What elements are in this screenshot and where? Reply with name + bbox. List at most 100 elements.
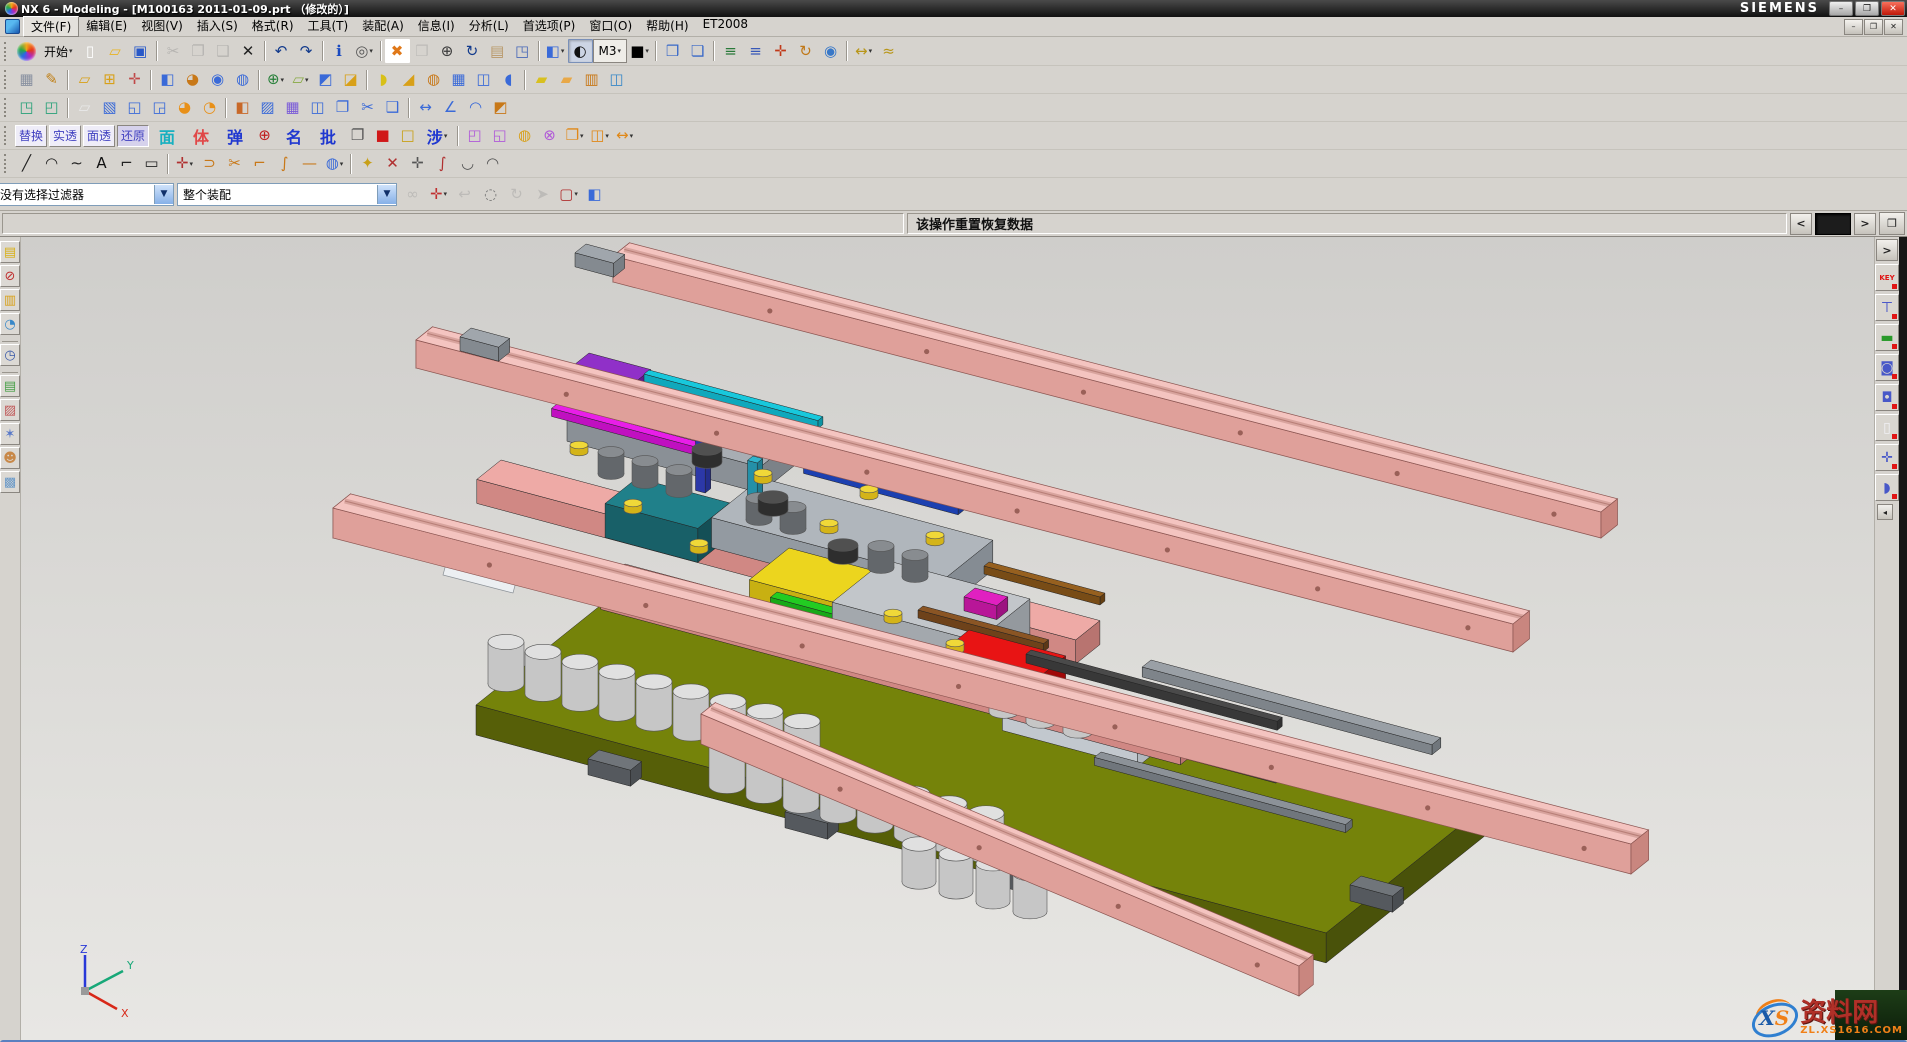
replace-component-icon[interactable]: ◫▾ (587, 124, 612, 148)
snapshot-icon[interactable]: ▤ (485, 39, 510, 63)
section-curve-icon[interactable]: ∫ (430, 152, 455, 176)
snap-point-icon[interactable]: ✛▾ (426, 182, 451, 206)
restore-button[interactable]: 还原 (117, 125, 149, 147)
minimize-button[interactable]: – (1829, 1, 1853, 16)
sweep-icon[interactable]: ◖ (496, 68, 521, 92)
restore-button-window[interactable]: ❐ (1855, 1, 1879, 16)
toolbar-grip[interactable] (4, 42, 10, 61)
menu-item[interactable]: 工具(T) (301, 16, 356, 37)
selection-scope-dropdown[interactable]: 整个装配 ▼ (177, 183, 397, 206)
menu-item[interactable]: 装配(A) (355, 16, 411, 37)
hole-icon[interactable]: ◉ (205, 68, 230, 92)
toolbar-grip[interactable] (4, 98, 10, 117)
perspective-icon[interactable]: ◳ (510, 39, 535, 63)
constraint-navigator-icon[interactable]: ⊘ (0, 265, 20, 287)
revolve-curve-icon[interactable]: ◍▾ (322, 152, 347, 176)
spring-template-icon[interactable]: ✛ (1875, 444, 1899, 471)
sheet-body-icon[interactable]: ▰ (529, 68, 554, 92)
pattern-component-icon[interactable]: ❐▾ (562, 124, 587, 148)
group-face-icon[interactable]: ▨ (255, 96, 280, 120)
trim-body-icon[interactable]: ▱▾ (288, 68, 313, 92)
menu-item[interactable]: 分析(L) (462, 16, 516, 37)
layer-visible-icon[interactable]: ≡ (743, 39, 768, 63)
trim-curve-icon[interactable]: ✂ (222, 152, 247, 176)
pull-face-icon[interactable]: ◰ (39, 96, 64, 120)
resize-blend-icon[interactable]: ◕ (172, 96, 197, 120)
wcs-dynamics-icon[interactable]: ✛ (768, 39, 793, 63)
panel-expand-button[interactable]: > (1876, 239, 1898, 261)
thicken-icon[interactable]: ▥ (579, 68, 604, 92)
chamfer-icon[interactable]: ◪ (338, 68, 363, 92)
roles-icon[interactable]: ☻ (0, 447, 20, 469)
reorder-blends-icon[interactable]: ◔ (197, 96, 222, 120)
redo-icon[interactable]: ↷ (294, 39, 319, 63)
move-face-icon[interactable]: ◳ (14, 96, 39, 120)
open-icon[interactable]: ▱ (103, 39, 128, 63)
extrude-icon[interactable]: ◧ (155, 68, 180, 92)
thread-icon[interactable]: ◍ (421, 68, 446, 92)
curve-length-icon[interactable]: — (297, 152, 322, 176)
plate-template-icon[interactable]: ◘ (1875, 384, 1899, 411)
menu-item[interactable]: ET2008 (696, 16, 755, 37)
save-icon[interactable]: ▣ (128, 39, 153, 63)
batch-tool-button[interactable]: 批 (312, 125, 344, 147)
menu-item[interactable]: 编辑(E) (79, 16, 134, 37)
layer-settings-icon[interactable]: ≡ (718, 39, 743, 63)
line-icon[interactable]: ╱ (14, 152, 39, 176)
fit-view-icon[interactable]: ✖ (385, 39, 410, 63)
copy-icon[interactable]: ❐ (186, 39, 211, 63)
window-cascade-icon[interactable]: ❒ (660, 39, 685, 63)
web-browser-icon[interactable]: ◔ (0, 313, 20, 335)
menu-item[interactable]: 文件(F) (23, 16, 79, 37)
replace-reference-set-button[interactable]: 替换 (15, 125, 47, 147)
close-button[interactable]: ✕ (1881, 1, 1905, 16)
combined-projection-icon[interactable]: ◠ (480, 152, 505, 176)
copy-position-icon[interactable]: ❐ (345, 124, 370, 148)
adaptive-shell-icon[interactable]: ◧ (230, 96, 255, 120)
fitting-template-icon[interactable]: ◗ (1875, 474, 1899, 501)
delete-face-icon[interactable]: ◱ (122, 96, 147, 120)
revolve-icon[interactable]: ◕ (180, 68, 205, 92)
boss-icon[interactable]: ◍ (230, 68, 255, 92)
mirror-feature-icon[interactable]: ◫ (471, 68, 496, 92)
resize-face-icon[interactable]: ◲ (147, 96, 172, 120)
menu-item[interactable]: 窗口(O) (582, 16, 639, 37)
menu-item[interactable]: 首选项(P) (516, 16, 583, 37)
delete-icon[interactable]: ✕ (236, 39, 261, 63)
name-tool-button[interactable]: 名 (278, 125, 310, 147)
selection-chain-icon[interactable]: ∞ (400, 182, 425, 206)
assembly-navigator-icon[interactable]: ▤ (0, 241, 20, 263)
mdi-restore-button[interactable]: ❐ (1864, 19, 1883, 35)
bounded-plane-icon[interactable]: ▰ (554, 68, 579, 92)
zoom-box-icon[interactable]: ❒ (410, 39, 435, 63)
shell-face-icon[interactable]: ◩ (488, 96, 513, 120)
torus-tool-icon[interactable]: ◌ (478, 182, 503, 206)
toolbar-grip[interactable] (4, 126, 10, 145)
block-template-icon[interactable]: ▬ (1875, 324, 1899, 351)
text-icon[interactable]: A (89, 152, 114, 176)
spline-icon[interactable]: ∼ (64, 152, 89, 176)
scenario-icon[interactable]: ✶ (0, 423, 20, 445)
menu-item[interactable]: 信息(I) (411, 16, 462, 37)
system-materials-icon[interactable]: ▤ (0, 375, 20, 397)
undo-selection-icon[interactable]: ↩ (452, 182, 477, 206)
measure-distance-icon[interactable]: ↔▾ (851, 39, 876, 63)
shaded-view-icon[interactable]: ◧▾ (543, 39, 568, 63)
new-file-icon[interactable]: ▯ (78, 39, 103, 63)
pattern-feature-icon[interactable]: ▦ (446, 68, 471, 92)
unite-icon[interactable]: ⊕▾ (263, 68, 288, 92)
visualization-icon[interactable]: ▨ (0, 399, 20, 421)
part-navigator-icon[interactable]: ▥ (0, 289, 20, 311)
nx-logo[interactable] (17, 42, 36, 61)
cut-icon[interactable]: ✂ (161, 39, 186, 63)
paste-face-icon[interactable]: ❑ (380, 96, 405, 120)
isoparametric-curve-icon[interactable]: ✛ (405, 152, 430, 176)
arc-icon[interactable]: ◠ (39, 152, 64, 176)
cut-face-icon[interactable]: ✂ (355, 96, 380, 120)
intersection-curve-icon[interactable]: ✕ (380, 152, 405, 176)
history-icon[interactable]: ◷ (0, 344, 20, 366)
hand-tool-icon[interactable]: ➤ (530, 182, 555, 206)
key-template-icon[interactable]: KEY (1875, 264, 1899, 291)
shell-icon[interactable]: ◩ (313, 68, 338, 92)
target-point-icon[interactable]: ⊕ (252, 124, 277, 148)
